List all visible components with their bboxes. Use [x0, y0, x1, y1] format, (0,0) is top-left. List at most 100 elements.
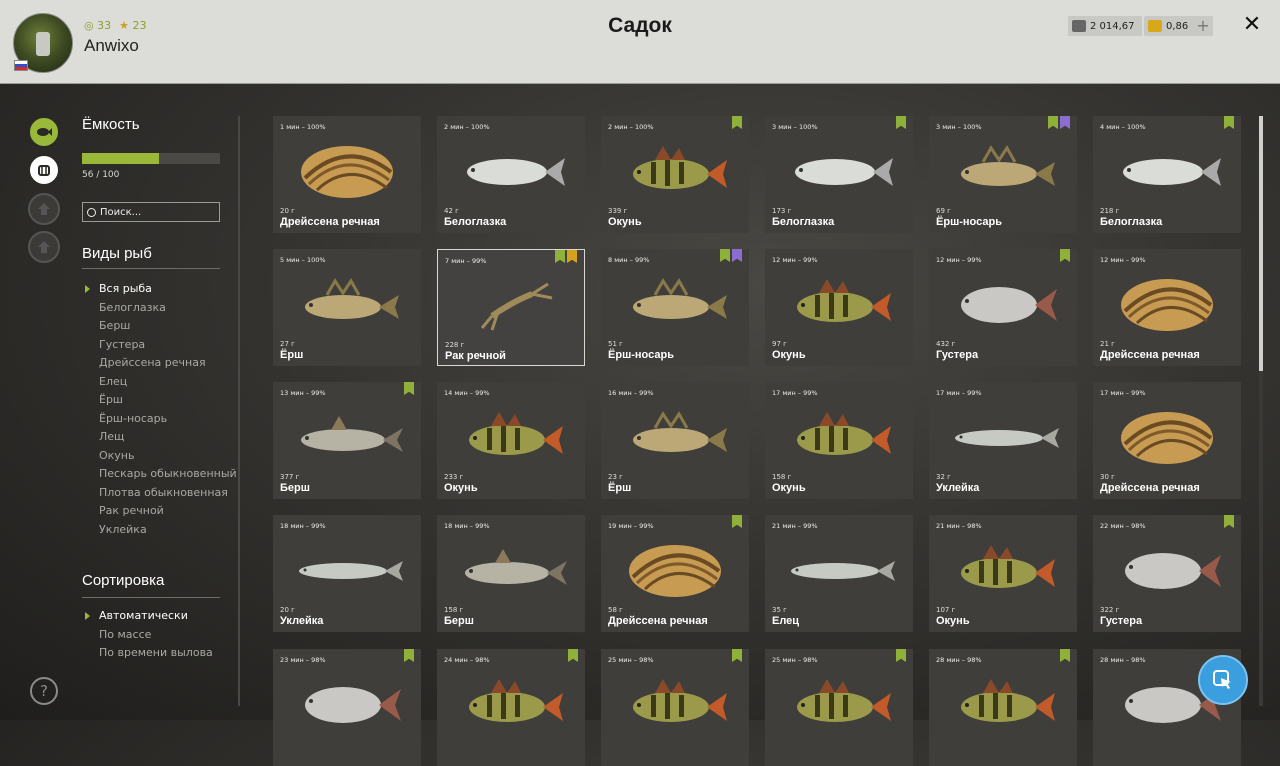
home-locked-icon: [28, 231, 60, 263]
species-filter-item[interactable]: Дрейссена речная: [99, 356, 237, 369]
fish-card[interactable]: 2 мин – 100% 339 г Окунь: [601, 116, 749, 233]
green-bookmark-icon: [1060, 649, 1070, 662]
fish-weight: 158 г: [772, 473, 792, 481]
catch-time: 12 мин – 99%: [772, 256, 818, 264]
species-filter-item[interactable]: Ёрш: [99, 393, 237, 406]
fish-weight: 27 г: [280, 340, 295, 348]
close-button[interactable]: ✕: [1240, 12, 1264, 38]
fish-weight: 107 г: [936, 606, 956, 614]
fish-card[interactable]: 19 мин – 99% 58 г Дрейссена речная: [601, 515, 749, 632]
species-filter-item[interactable]: Белоглазка: [99, 301, 237, 314]
fish-card[interactable]: 12 мин – 99% 97 г Окунь: [765, 249, 913, 366]
green-bookmark-icon: [1224, 116, 1234, 129]
fish-card[interactable]: 3 мин – 100% 69 г Ёрш-носарь: [929, 116, 1077, 233]
fish-weight: 218 г: [1100, 207, 1120, 215]
fish-card[interactable]: 12 мин – 99% 432 г Густера: [929, 249, 1077, 366]
fish-card[interactable]: 21 мин – 99% 35 г Елец: [765, 515, 913, 632]
fish-card[interactable]: 2 мин – 100% 42 г Белоглазка: [437, 116, 585, 233]
species-filter-item[interactable]: Уклейка: [99, 523, 237, 536]
cursor-mode-button[interactable]: [1198, 655, 1248, 705]
species-list: Вся рыба Белоглазка Берш Густера Дрейссена р…: [85, 282, 237, 541]
species-filter-item[interactable]: Вся рыба: [85, 282, 237, 295]
buy-currency-button[interactable]: +: [1193, 16, 1213, 36]
fish-name: Окунь: [772, 349, 806, 361]
search-icon: [87, 207, 96, 217]
catch-time: 17 мин – 99%: [1100, 389, 1146, 397]
fish-card[interactable]: 24 мин – 98%: [437, 649, 585, 766]
perch-illustration: [961, 679, 1055, 722]
species-filter-item[interactable]: Пескарь обыкновенный: [99, 467, 237, 480]
green-bookmark-icon: [732, 649, 742, 662]
fish-name: Уклейка: [280, 615, 324, 627]
fish-weight: 42 г: [444, 207, 459, 215]
fish-weight: 377 г: [280, 473, 300, 481]
silver-balance: 2 014,67: [1068, 16, 1142, 36]
fish-card[interactable]: 18 мин – 99% 20 г Уклейка: [273, 515, 421, 632]
catch-time: 14 мин – 99%: [444, 389, 490, 397]
gold-coin-icon: [1148, 20, 1162, 32]
species-filter-item[interactable]: Густера: [99, 338, 237, 351]
species-filter-item[interactable]: Ёрш-носарь: [99, 412, 237, 425]
slim-illustration: [299, 561, 403, 581]
fish-card[interactable]: 1 мин – 100% 20 г Дрейссена речная: [273, 116, 421, 233]
green-bookmark-icon: [404, 382, 414, 395]
scrollbar-thumb[interactable]: [1259, 116, 1263, 371]
fish-weight: 21 г: [1100, 340, 1115, 348]
species-filter-item[interactable]: Рак речной: [99, 504, 237, 517]
fish-weight: 20 г: [280, 606, 295, 614]
ruffe-illustration: [961, 145, 1055, 186]
fish-name: Ёрш: [608, 482, 632, 494]
fish-card[interactable]: 4 мин – 100% 218 г Белоглазка: [1093, 116, 1241, 233]
keepnet-icon[interactable]: [28, 154, 60, 186]
fish-card[interactable]: 13 мин – 99% 377 г Берш: [273, 382, 421, 499]
bream-illustration: [1125, 553, 1221, 589]
fish-card[interactable]: 17 мин – 99% 158 г Окунь: [765, 382, 913, 499]
species-filter-item[interactable]: Окунь: [99, 449, 237, 462]
fish-card[interactable]: 3 мин – 100% 173 г Белоглазка: [765, 116, 913, 233]
catch-time: 24 мин – 98%: [444, 656, 490, 664]
catch-time: 28 мин – 98%: [1100, 656, 1146, 664]
perch-illustration: [797, 412, 891, 455]
catch-time: 13 мин – 99%: [280, 389, 326, 397]
fish-card[interactable]: 25 мин – 98%: [765, 649, 913, 766]
species-filter-item[interactable]: Елец: [99, 375, 237, 388]
fish-card[interactable]: 17 мин – 99% 30 г Дрейссена речная: [1093, 382, 1241, 499]
fish-name: Белоглазка: [1100, 216, 1163, 228]
badge-group: [896, 116, 906, 129]
fish-card[interactable]: 5 мин – 100% 27 г Ёрш: [273, 249, 421, 366]
silver-coin-icon: [1072, 20, 1086, 32]
badge-group: [1060, 249, 1070, 262]
fish-name: Густера: [936, 349, 979, 361]
sort-option-item[interactable]: По времени вылова: [99, 646, 213, 659]
purple-bookmark-icon: [1060, 116, 1070, 129]
capacity-bar-fill: [82, 153, 160, 164]
search-input[interactable]: Поиск...: [82, 202, 220, 222]
catch-time: 25 мин – 98%: [608, 656, 654, 664]
fish-card[interactable]: 14 мин – 99% 233 г Окунь: [437, 382, 585, 499]
sort-option-item[interactable]: По массе: [99, 628, 213, 641]
fish-card[interactable]: 17 мин – 99% 32 г Уклейка: [929, 382, 1077, 499]
green-bookmark-icon: [404, 649, 414, 662]
catch-time: 2 мин – 100%: [608, 123, 654, 131]
fish-card[interactable]: 22 мин – 98% 322 г Густера: [1093, 515, 1241, 632]
species-filter-item[interactable]: Берш: [99, 319, 237, 332]
fish-card[interactable]: 16 мин – 99% 23 г Ёрш: [601, 382, 749, 499]
fish-card[interactable]: 18 мин – 99% 158 г Берш: [437, 515, 585, 632]
sort-option-item[interactable]: Автоматически: [85, 609, 213, 622]
fish-icon[interactable]: [28, 116, 60, 148]
capacity-title: Ёмкость: [82, 116, 140, 133]
species-filter-item[interactable]: Лещ: [99, 430, 237, 443]
fish-card[interactable]: 8 мин – 99% 51 г Ёрш-носарь: [601, 249, 749, 366]
fish-weight: 228 г: [445, 341, 465, 349]
fish-card[interactable]: 28 мин – 98%: [929, 649, 1077, 766]
species-filter-item[interactable]: Плотва обыкновенная: [99, 486, 237, 499]
fish-card[interactable]: 25 мин – 98%: [601, 649, 749, 766]
fish-card[interactable]: 7 мин – 99% 228 г Рак речной: [437, 249, 585, 366]
fish-card[interactable]: 23 мин – 98%: [273, 649, 421, 766]
catch-time: 3 мин – 100%: [936, 123, 982, 131]
fish-card[interactable]: 12 мин – 99% 21 г Дрейссена речная: [1093, 249, 1241, 366]
help-button[interactable]: ?: [30, 677, 58, 705]
catch-time: 3 мин – 100%: [772, 123, 818, 131]
fish-card[interactable]: 21 мин – 98% 107 г Окунь: [929, 515, 1077, 632]
fish-weight: 58 г: [608, 606, 623, 614]
